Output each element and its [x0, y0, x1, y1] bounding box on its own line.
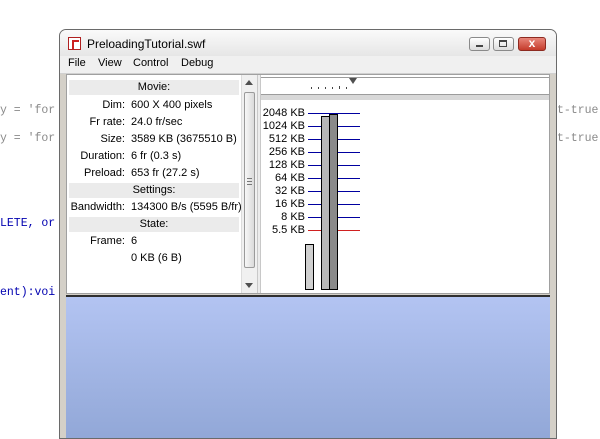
- state-section-header: State:: [69, 217, 239, 232]
- prop-preload-label: Preload:: [84, 167, 125, 179]
- code-line-3: LETE, or: [0, 217, 56, 230]
- minimize-button[interactable]: [469, 37, 490, 51]
- grip-line: [247, 178, 252, 179]
- frame-bar-4[interactable]: [329, 114, 338, 290]
- maximize-icon: [499, 40, 507, 47]
- bandwidth-graph: 2048 KB 1024 KB 512 KB 256 KB 128 KB 64 …: [261, 101, 549, 291]
- prop-duration-value: 6 fr (0.3 s): [131, 150, 182, 162]
- scale-label-64kb: 64 KB: [275, 172, 305, 184]
- movie-stage: [66, 295, 550, 438]
- movie-section-header: Movie:: [69, 80, 239, 95]
- close-icon: x: [528, 36, 536, 50]
- prop-size-value: 3589 KB (3675510 B): [131, 133, 237, 145]
- prop-bandwidth-value: 134300 B/s (5595 B/fr): [131, 201, 242, 213]
- window-title: PreloadingTutorial.swf: [87, 37, 206, 51]
- menu-control[interactable]: Control: [133, 57, 168, 69]
- maximize-button[interactable]: [493, 37, 514, 51]
- prop-frame-label: Frame:: [90, 235, 125, 247]
- scroll-down-icon[interactable]: [245, 283, 253, 288]
- frame-timeline[interactable]: [261, 77, 549, 95]
- scroll-up-icon[interactable]: [245, 80, 253, 85]
- scale-label-8kb: 8 KB: [281, 211, 305, 223]
- scale-label-128kb: 128 KB: [268, 159, 305, 171]
- frame-bar-1[interactable]: [305, 244, 314, 290]
- scale-label-2048kb: 2048 KB: [262, 107, 305, 119]
- scale-label-limit: 5.5 KB: [271, 224, 305, 236]
- prop-frame-rate-label: Fr rate:: [89, 116, 125, 128]
- bandwidth-profiler: Movie: Dim: 600 X 400 pixels Fr rate: 24…: [66, 74, 550, 294]
- scale-label-256kb: 256 KB: [268, 146, 305, 158]
- menu-bar: File View Control Debug: [60, 56, 556, 74]
- grip-line: [247, 181, 252, 182]
- scale-label-512kb: 512 KB: [268, 133, 305, 145]
- code-line-2-end: t-true: [557, 132, 599, 145]
- timeline-separator: [261, 95, 549, 100]
- code-line-1: y = 'for: [0, 104, 56, 117]
- graph-area: 2048 KB 1024 KB 512 KB 256 KB 128 KB 64 …: [261, 75, 549, 293]
- flash-player-window: PreloadingTutorial.swf x File View Contr…: [59, 29, 557, 439]
- menu-view[interactable]: View: [98, 57, 122, 69]
- timeline-ticks: [311, 86, 347, 89]
- prop-dim-label: Dim:: [102, 99, 125, 111]
- scrollbar-thumb[interactable]: [244, 92, 255, 268]
- menu-debug[interactable]: Debug: [181, 57, 213, 69]
- flash-app-icon: [68, 37, 81, 50]
- title-bar[interactable]: PreloadingTutorial.swf x: [60, 30, 556, 57]
- prop-frame-rate-value: 24.0 fr/sec: [131, 116, 183, 128]
- scale-label-32kb: 32 KB: [275, 185, 305, 197]
- scale-label-1024kb: 1024 KB: [262, 120, 305, 132]
- properties-panel: Movie: Dim: 600 X 400 pixels Fr rate: 24…: [67, 75, 242, 293]
- menu-file[interactable]: File: [68, 57, 86, 69]
- properties-scrollbar[interactable]: [241, 75, 257, 293]
- prop-duration-label: Duration:: [80, 150, 125, 162]
- close-button[interactable]: x: [518, 36, 546, 51]
- prop-frame-value: 6: [131, 235, 138, 247]
- grip-line: [247, 184, 252, 185]
- prop-dim-value: 600 X 400 pixels: [131, 99, 213, 111]
- prop-size-label: Size:: [100, 133, 125, 145]
- code-line-2: y = 'for: [0, 132, 56, 145]
- code-line-1-end: t-true: [557, 104, 599, 117]
- playhead-marker[interactable]: [349, 78, 357, 84]
- prop-bandwidth-label: Bandwidth:: [70, 201, 125, 213]
- scale-label-16kb: 16 KB: [275, 198, 305, 210]
- prop-preload-value: 653 fr (27.2 s): [131, 167, 200, 179]
- minimize-icon: [476, 45, 483, 47]
- code-line-4: ent):voi: [0, 286, 56, 299]
- prop-state-size-value: 0 KB (6 B): [131, 252, 182, 264]
- settings-section-header: Settings:: [69, 183, 239, 198]
